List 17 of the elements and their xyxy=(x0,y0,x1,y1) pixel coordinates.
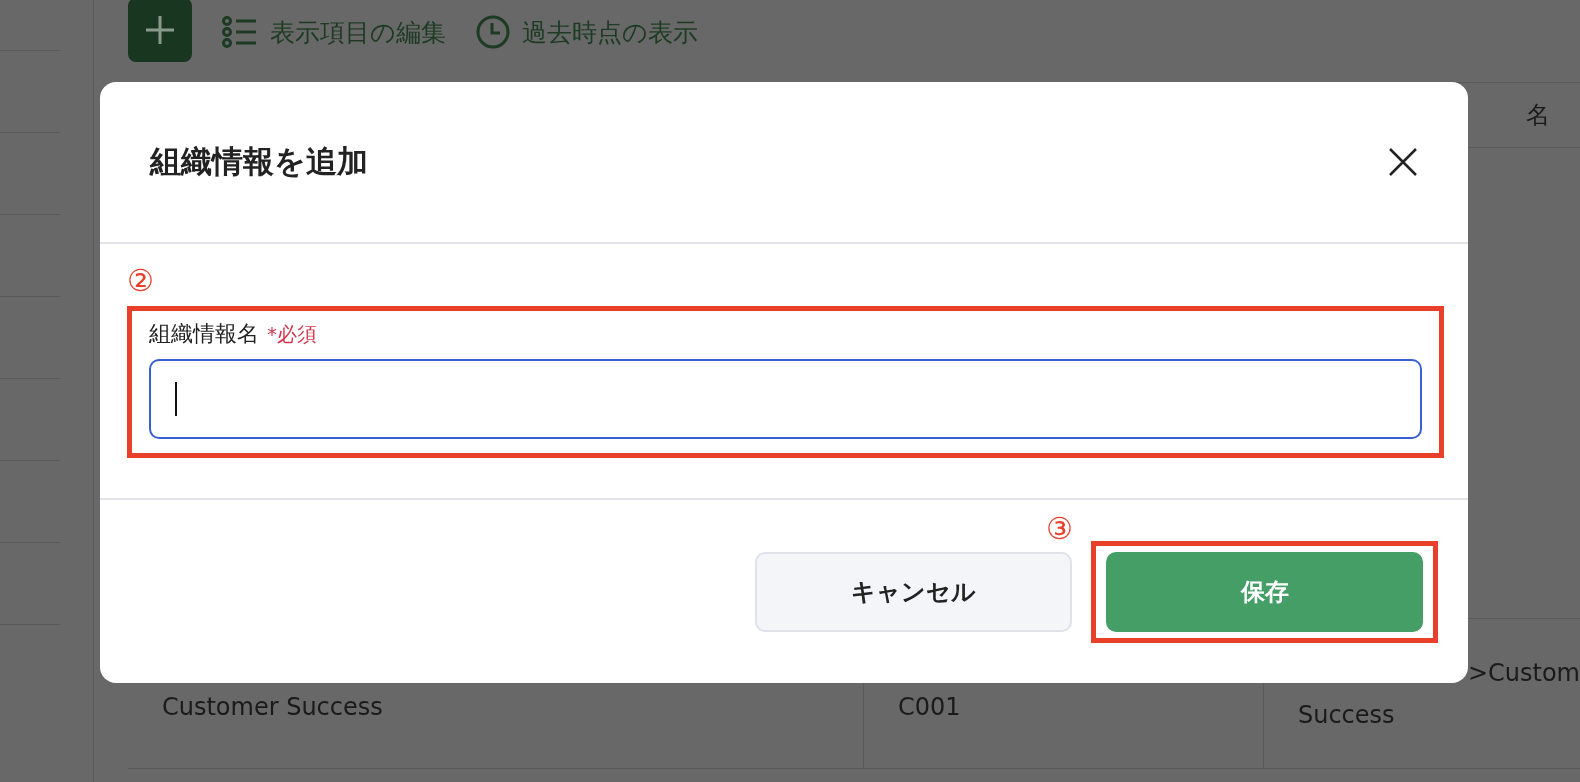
plus-icon xyxy=(143,14,176,46)
text-cursor xyxy=(175,382,177,416)
clock-icon xyxy=(475,15,510,49)
close-icon xyxy=(1388,147,1418,177)
toolbar-button[interactable]: 過去時点の表示 xyxy=(475,15,698,49)
required-mark: *必須 xyxy=(267,321,317,348)
toolbar-button[interactable]: 表示項目の編集 xyxy=(221,15,446,49)
input-field[interactable] xyxy=(149,359,1422,439)
step-number: ② xyxy=(127,263,154,298)
list-icon xyxy=(221,16,258,48)
close-button[interactable] xyxy=(1388,147,1418,177)
add-button[interactable] xyxy=(127,0,192,62)
cancel-button[interactable]: キャンセル xyxy=(755,551,1072,632)
save-button[interactable]: 保存 xyxy=(1106,551,1423,632)
step-number: ③ xyxy=(1046,513,1073,544)
dialog-title: 組織情報を追加 xyxy=(150,142,368,181)
field-label: 組織情報名 xyxy=(149,320,259,348)
